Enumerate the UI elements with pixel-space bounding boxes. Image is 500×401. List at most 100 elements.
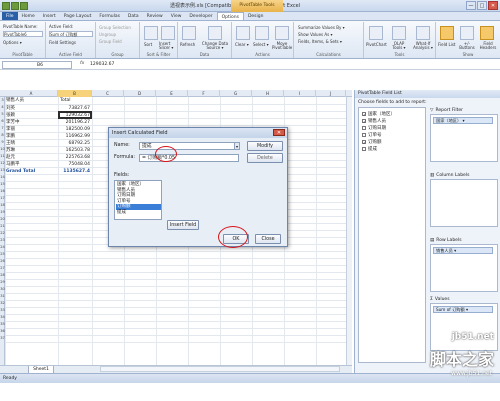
row-header[interactable]: 28 bbox=[0, 272, 5, 279]
move-pivottable-button[interactable]: Move PivotTable bbox=[272, 42, 292, 50]
insert-field-button[interactable]: Insert Field bbox=[167, 220, 199, 230]
row-labels-chip[interactable]: 销售人员 ▾ bbox=[433, 247, 493, 254]
row-header[interactable]: 5 bbox=[0, 111, 5, 118]
close-button[interactable]: Close bbox=[255, 234, 281, 244]
pivot-row-label[interactable]: 张颖 bbox=[6, 112, 58, 119]
field-item[interactable]: 订单号 bbox=[362, 132, 382, 138]
olap-tools-button[interactable]: OLAP Tools ▾ bbox=[389, 42, 409, 50]
row-header[interactable]: 37 bbox=[0, 335, 5, 342]
tab-options[interactable]: Options bbox=[216, 12, 244, 20]
pivot-value-cell[interactable]: 162503.78 bbox=[59, 147, 91, 154]
row-header[interactable]: 33 bbox=[0, 307, 5, 314]
field-item[interactable]: ✓ 订购额 bbox=[362, 139, 382, 145]
pivot-value-cell[interactable]: 225763.68 bbox=[59, 154, 91, 161]
active-field-input[interactable]: Sum of 订购额 bbox=[49, 31, 93, 37]
pivot-row-label[interactable]: 刘英 bbox=[6, 105, 58, 112]
refresh-icon[interactable] bbox=[182, 26, 196, 40]
field-item[interactable]: ✓ 销售人员 bbox=[362, 118, 386, 124]
row-header[interactable]: 3 bbox=[0, 97, 5, 104]
clear-icon[interactable] bbox=[236, 26, 250, 40]
tab-design[interactable]: Design bbox=[244, 12, 268, 20]
tab-formulas[interactable]: Formulas bbox=[95, 12, 124, 20]
pivot-row-label[interactable]: 赵元 bbox=[6, 154, 58, 161]
pivot-row-label[interactable]: 李鹏 bbox=[6, 133, 58, 140]
fields-items-sets-button[interactable]: Fields, Items, & Sets ▾ bbox=[298, 39, 342, 44]
tab-data[interactable]: Data bbox=[124, 12, 143, 20]
name-box[interactable]: B6 bbox=[2, 61, 72, 69]
select-button[interactable]: Select ▾ bbox=[253, 42, 269, 47]
pivot-row-label[interactable]: 王晴 bbox=[6, 140, 58, 147]
row-header[interactable]: 9 bbox=[0, 139, 5, 146]
pivot-value-cell[interactable]: 182500.09 bbox=[59, 126, 91, 133]
field-item[interactable]: ✓ 国家（地区） bbox=[362, 111, 395, 117]
tab-developer[interactable]: Developer bbox=[185, 12, 216, 20]
close-window-button[interactable]: ✕ bbox=[488, 1, 498, 10]
field-item[interactable]: 订购日期 bbox=[362, 125, 386, 131]
row-header[interactable]: 14 bbox=[0, 174, 5, 181]
options-dropdown[interactable]: Options ▾ bbox=[3, 40, 22, 45]
delete-button[interactable]: Delete bbox=[247, 153, 283, 163]
pivottable-name-input[interactable]: PivotTable6 bbox=[3, 31, 43, 37]
tab-view[interactable]: View bbox=[167, 12, 186, 20]
row-header[interactable]: 36 bbox=[0, 328, 5, 335]
row-header[interactable]: 25 bbox=[0, 251, 5, 258]
column-labels-drop-zone[interactable] bbox=[430, 179, 498, 227]
row-header[interactable]: 31 bbox=[0, 293, 5, 300]
formula-input[interactable]: = 订购额*0.05 bbox=[139, 154, 239, 162]
column-header[interactable]: C bbox=[92, 90, 124, 97]
column-header[interactable]: B bbox=[58, 90, 92, 97]
maximize-button[interactable]: □ bbox=[477, 1, 487, 10]
horizontal-scrollbar[interactable] bbox=[100, 366, 340, 372]
row-header[interactable]: 13 bbox=[0, 167, 5, 174]
row-header[interactable]: 19 bbox=[0, 209, 5, 216]
report-filter-chip[interactable]: 国家（地区） ▾ bbox=[433, 117, 493, 124]
pivot-row-label[interactable]: Grand Total bbox=[6, 168, 58, 175]
row-header[interactable]: 22 bbox=[0, 230, 5, 237]
checkbox-icon[interactable] bbox=[362, 147, 366, 151]
pivot-value-cell[interactable]: 68792.25 bbox=[59, 140, 91, 147]
checkbox-icon[interactable]: ✓ bbox=[362, 112, 366, 117]
row-header[interactable]: 34 bbox=[0, 314, 5, 321]
tab-insert[interactable]: Insert bbox=[39, 12, 60, 20]
row-header[interactable]: 20 bbox=[0, 216, 5, 223]
minimize-button[interactable]: — bbox=[466, 1, 476, 10]
row-header[interactable]: 23 bbox=[0, 237, 5, 244]
row-header[interactable]: 16 bbox=[0, 188, 5, 195]
change-data-source-button[interactable]: Change Data Source ▾ bbox=[200, 42, 230, 50]
checkbox-icon[interactable] bbox=[362, 133, 366, 137]
column-header[interactable]: D bbox=[124, 90, 156, 97]
checkbox-icon[interactable]: ✓ bbox=[362, 119, 366, 124]
pivot-row-label[interactable]: 苏琳 bbox=[6, 147, 58, 154]
row-header[interactable]: 26 bbox=[0, 258, 5, 265]
sort-icon[interactable] bbox=[144, 26, 158, 40]
pivot-header-salesperson[interactable]: 销售人员 bbox=[6, 97, 58, 104]
pivot-value-cell[interactable]: 75048.04 bbox=[59, 161, 91, 168]
group-field-button[interactable]: Group Field bbox=[99, 39, 122, 44]
row-header[interactable]: 30 bbox=[0, 286, 5, 293]
select-icon[interactable] bbox=[255, 26, 269, 40]
column-header[interactable]: G bbox=[220, 90, 252, 97]
report-filter-drop-zone[interactable]: 国家（地区） ▾ bbox=[430, 114, 498, 162]
clear-button[interactable]: Clear ▾ bbox=[235, 42, 249, 47]
tab-review[interactable]: Review bbox=[143, 12, 167, 20]
move-pivottable-icon[interactable] bbox=[275, 26, 289, 40]
sort-button[interactable]: Sort bbox=[144, 42, 152, 47]
row-header[interactable]: 17 bbox=[0, 195, 5, 202]
name-input[interactable]: 提成 bbox=[139, 142, 239, 150]
formula-input[interactable]: 129032.67 bbox=[90, 61, 114, 69]
fields-listbox[interactable]: 国家（地区） 销售人员 订购日期 订单号 订购额 提成 bbox=[114, 180, 162, 220]
column-header[interactable]: I bbox=[284, 90, 316, 97]
show-values-as-button[interactable]: Show Values As ▾ bbox=[298, 32, 333, 37]
row-header[interactable]: 11 bbox=[0, 153, 5, 160]
tab-page-layout[interactable]: Page Layout bbox=[60, 12, 96, 20]
pivot-value-cell[interactable]: 1135627.4 bbox=[59, 168, 91, 175]
field-headers-icon[interactable] bbox=[480, 26, 494, 40]
field-list-button[interactable]: Field List bbox=[438, 42, 456, 47]
row-header[interactable]: 12 bbox=[0, 160, 5, 167]
row-header[interactable]: 35 bbox=[0, 321, 5, 328]
row-header[interactable]: 4 bbox=[0, 104, 5, 111]
row-header[interactable]: 15 bbox=[0, 181, 5, 188]
row-labels-drop-zone[interactable]: 销售人员 ▾ bbox=[430, 244, 498, 292]
field-settings-button[interactable]: Field Settings bbox=[49, 40, 76, 45]
row-header[interactable]: 18 bbox=[0, 202, 5, 209]
